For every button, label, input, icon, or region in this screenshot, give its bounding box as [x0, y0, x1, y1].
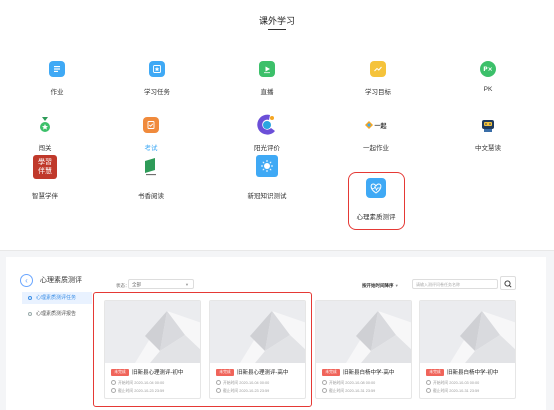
app-label: 智慧学伴: [32, 193, 58, 200]
radio-dot-icon: [28, 312, 32, 316]
app-smart-companion[interactable]: 學習伴慧 智慧学伴: [0, 155, 90, 200]
app-label: 学习任务: [144, 89, 170, 96]
chevron-down-icon: ▼: [394, 283, 399, 288]
app-learning-goal[interactable]: 学习目标: [333, 61, 423, 105]
pk-icon: P×: [480, 61, 496, 77]
app-pk[interactable]: P× PK: [443, 61, 533, 105]
app-homework[interactable]: 作业: [12, 61, 102, 105]
robot-reader-icon: [480, 117, 496, 133]
card-title: 旧新县白杨中学-高中: [343, 370, 395, 376]
app-label: 学习目标: [365, 89, 391, 96]
clock-icon: [426, 380, 431, 385]
app-label: 新冠知识测试: [247, 193, 287, 200]
app-sunshine-eval[interactable]: 阳光评价: [222, 113, 312, 157]
highlight-box-psych-assessment: [348, 172, 405, 230]
app-label: 直播: [260, 89, 274, 96]
status-filter-value: 全部: [132, 282, 141, 287]
together-homework-logo: 一起: [362, 117, 390, 133]
star-task-icon: [149, 61, 165, 77]
extracurricular-section: 课外学习 作业 学习任务 直播 学习目标 P× PK 闯关 考试 阳光评价 一起…: [0, 0, 554, 236]
homework-icon: [49, 61, 65, 77]
smart-companion-logo: 學習伴慧: [33, 155, 57, 179]
app-live[interactable]: 直播: [222, 61, 312, 105]
search-icon: [504, 280, 512, 288]
clock-icon: [322, 388, 327, 393]
medal-icon: [37, 117, 53, 133]
sidebar-item-label: 心理素质测评任务: [36, 295, 77, 301]
card-end-time: 截止时间 2020-10-31 23:59: [426, 388, 515, 394]
app-book-reading[interactable]: 书香阅读: [106, 158, 196, 202]
status-badge: 未完成: [322, 369, 340, 376]
app-learning-task[interactable]: 学习任务: [112, 61, 202, 105]
app-label: 作业: [50, 89, 64, 96]
exam-icon: [143, 117, 159, 133]
sidebar-item-assessment-tasks[interactable]: 心理素质测评任务: [22, 292, 92, 304]
title-underline: [268, 29, 286, 30]
sunshine-eval-icon: [256, 113, 278, 137]
card-title: 旧新县白杨中学-初中: [447, 370, 499, 376]
app-together-homework[interactable]: 一起 一起作业: [331, 117, 421, 161]
app-label: 阳光评价: [254, 145, 280, 152]
card-cover-image: [420, 301, 515, 363]
app-label: 一起作业: [363, 145, 389, 152]
status-badge: 未完成: [426, 369, 444, 376]
app-label: 中文慧读: [475, 145, 501, 152]
card-start-time: 开始时间 2020-10-08 00:00: [322, 380, 411, 386]
panel-title: 心理素质测评: [40, 277, 82, 284]
app-label: PK: [483, 86, 493, 93]
sidebar-item-label: 心理素质测评报告: [36, 311, 77, 317]
sort-label: 按开始时间降序: [362, 283, 394, 288]
app-chinese-reading[interactable]: 中文慧读: [443, 117, 533, 161]
covid-test-icon: [256, 155, 278, 177]
status-filter-select[interactable]: 全部 ▼: [128, 279, 194, 289]
sidebar-item-assessment-report[interactable]: 心理素质测评报告: [22, 308, 92, 320]
radio-dot-icon: [28, 296, 32, 300]
section-title: 课外学习: [258, 16, 295, 26]
highlight-box-cards: [93, 292, 312, 407]
assessment-card[interactable]: 未完成 旧新县白杨中学-高中 开始时间 2020-10-08 00:00 截止时…: [315, 300, 412, 399]
clock-icon: [426, 388, 431, 393]
app-label: 书香阅读: [138, 193, 164, 200]
search-placeholder: 请输入测评问卷任务名称: [416, 282, 460, 287]
app-label: 考试: [144, 145, 158, 152]
clock-icon: [322, 380, 327, 385]
live-play-icon: [259, 61, 275, 77]
search-button[interactable]: [500, 276, 516, 290]
card-start-time: 开始时间 2020-10-03 00:00: [426, 380, 515, 386]
app-label: 闯关: [38, 145, 52, 152]
sort-dropdown[interactable]: 按开始时间降序 ▼: [362, 283, 399, 289]
app-covid-test[interactable]: 新冠知识测试: [222, 155, 312, 200]
chevron-down-icon: ▼: [185, 282, 189, 287]
card-cover-image: [316, 301, 411, 363]
back-arrow-icon[interactable]: ‹: [20, 274, 33, 287]
goal-chart-icon: [370, 61, 386, 77]
assessment-card[interactable]: 未完成 旧新县白杨中学-初中 开始时间 2020-10-03 00:00 截止时…: [419, 300, 516, 399]
app-exam[interactable]: 考试: [106, 117, 196, 161]
book-reading-icon: [144, 158, 158, 178]
search-input[interactable]: 请输入测评问卷任务名称: [412, 279, 498, 289]
card-end-time: 截止时间 2020-10-31 23:59: [322, 388, 411, 394]
